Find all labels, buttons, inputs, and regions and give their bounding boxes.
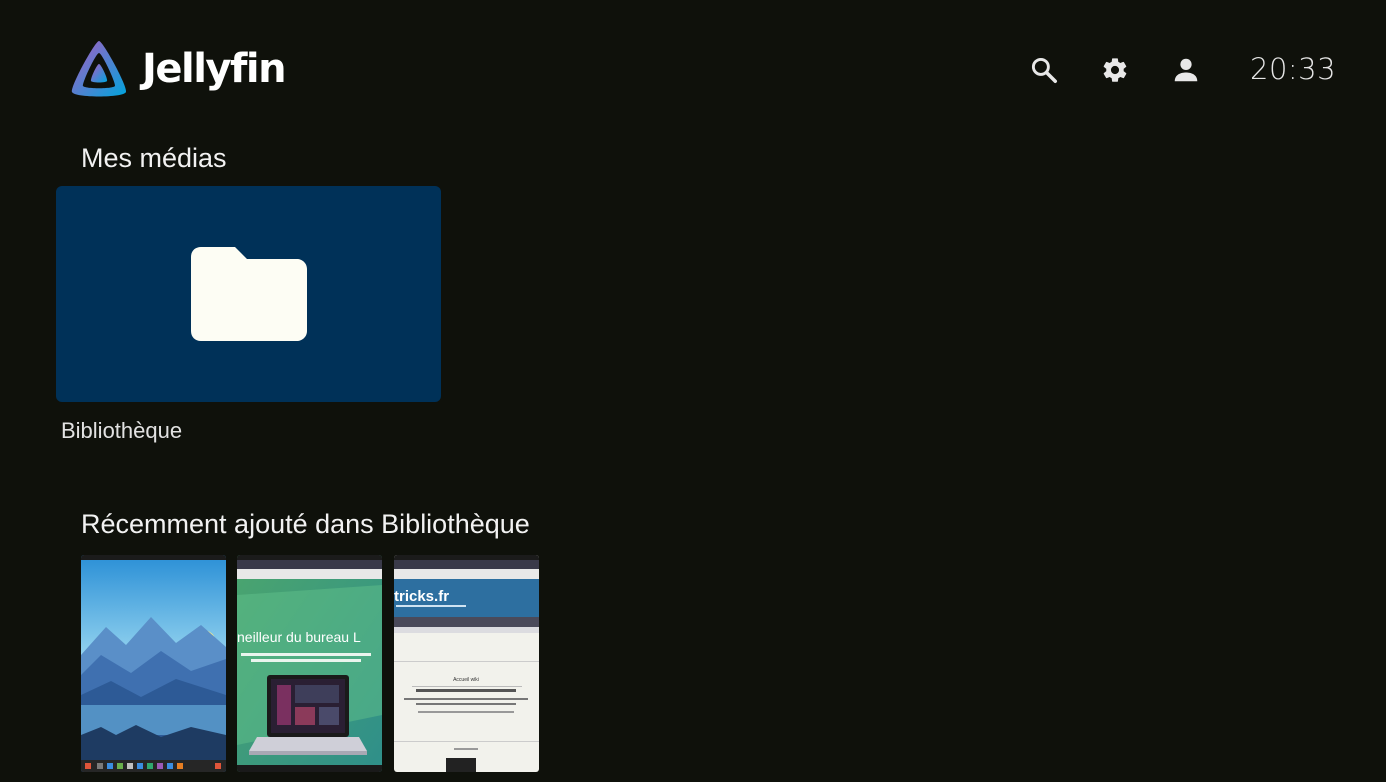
search-icon (1031, 57, 1057, 83)
thumbnail-image (81, 555, 226, 772)
thumbnail-image: tricks.fr Accueil wiki (394, 555, 539, 772)
user-button[interactable] (1166, 50, 1206, 90)
settings-gear-icon (1103, 58, 1127, 82)
media-thumbnail[interactable] (81, 555, 226, 772)
library-label[interactable]: Bibliothèque (61, 418, 182, 444)
top-bar: Jellyfin 20:33 (0, 0, 1386, 130)
folder-icon (190, 247, 307, 341)
media-thumbnail[interactable]: tricks.fr Accueil wiki (394, 555, 539, 772)
settings-button[interactable] (1095, 50, 1135, 90)
brand-name: Jellyfin (142, 46, 287, 92)
jellyfin-logo-icon (71, 41, 127, 97)
library-card-bibliotheque[interactable] (56, 186, 441, 402)
search-button[interactable] (1024, 50, 1064, 90)
user-icon (1174, 58, 1198, 82)
my-media-title: Mes médias (81, 143, 227, 173)
clock: 20:33 (1250, 52, 1337, 86)
media-thumbnail[interactable]: neilleur du bureau L (237, 555, 382, 772)
thumbnail-site-name: tricks.fr (394, 588, 449, 605)
thumbnail-caption: Accueil wiki (453, 677, 479, 683)
jellyfin-logo[interactable]: Jellyfin (68, 38, 287, 100)
thumbnail-heading: neilleur du bureau L (237, 629, 361, 645)
thumbnail-image: neilleur du bureau L (237, 555, 382, 772)
recently-added-title: Récemment ajouté dans Bibliothèque (81, 509, 530, 539)
